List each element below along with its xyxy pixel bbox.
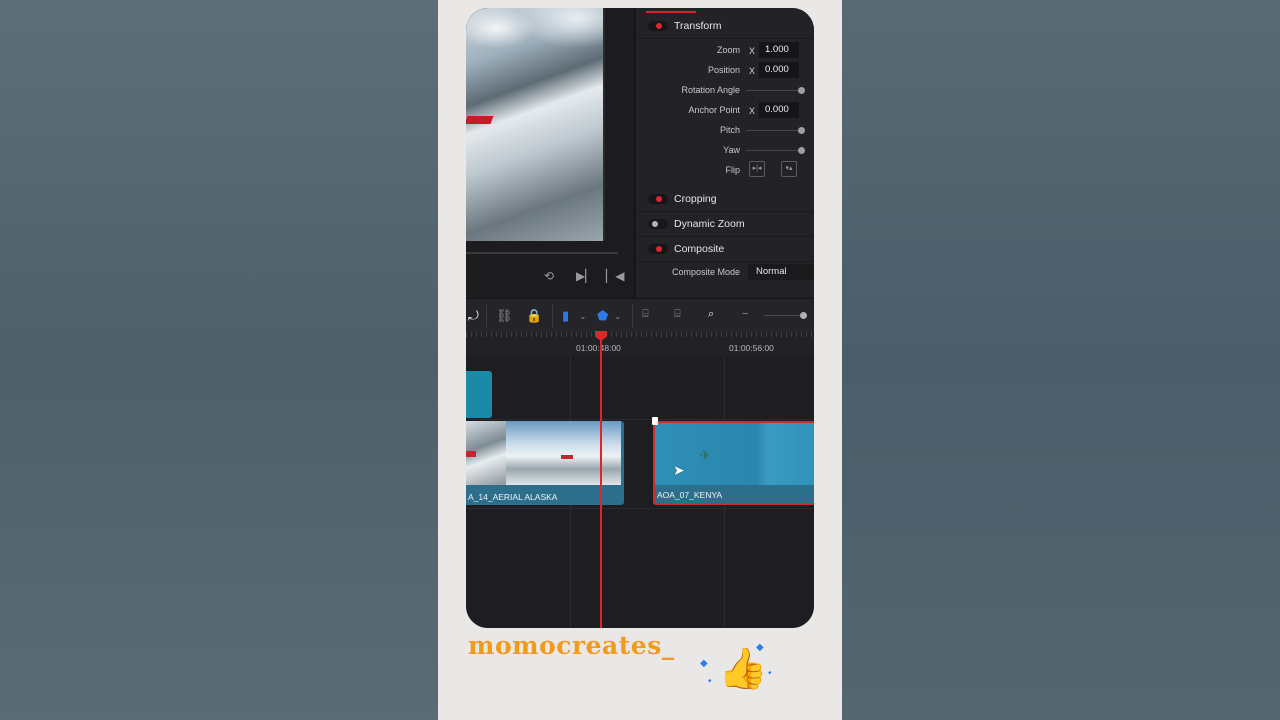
yaw-slider[interactable]	[746, 150, 802, 151]
pitch-slider-knob[interactable]	[798, 127, 805, 134]
rotation-label: Rotation Angle	[681, 85, 740, 95]
sparkle-icon: •	[708, 676, 712, 687]
section-composite-label: Composite	[674, 243, 725, 255]
cropping-toggle[interactable]	[648, 194, 668, 204]
position-axis-label: X	[749, 66, 756, 76]
like-sticker: ◆ • ◆ • 👍	[700, 640, 780, 700]
pitch-slider[interactable]	[746, 130, 802, 131]
flag-icon[interactable]: ▮	[562, 308, 569, 324]
link-icon[interactable]: ⛓	[496, 308, 513, 324]
flip-label: Flip	[725, 165, 740, 175]
composite-mode-label: Composite Mode	[671, 267, 740, 277]
zoom-out-icon[interactable]: −	[742, 308, 748, 320]
timeline-toolbar: ⤾ ⛓ 🔒 ▮ ⌄ ⬟ ⌄ ⌸ ⌸ ⌕ −	[466, 298, 814, 333]
section-composite[interactable]: Composite	[636, 237, 814, 262]
zoom-full-icon[interactable]: ⌸	[642, 308, 649, 321]
timeline-zoom-slider[interactable]	[764, 315, 804, 316]
transform-toggle[interactable]	[648, 21, 668, 31]
playhead-line[interactable]	[600, 338, 602, 628]
inspector-panel: Transform Zoom X 1.000 Position X 0.000 …	[634, 8, 814, 298]
rotation-slider-knob[interactable]	[798, 87, 805, 94]
composite-mode-select[interactable]: Normal	[748, 264, 814, 280]
marker-chevron-down-icon[interactable]: ⌄	[614, 311, 622, 322]
clip-kenya-label: AOA_07_KENYA	[657, 490, 723, 500]
yaw-slider-knob[interactable]	[798, 147, 805, 154]
section-dynamic-zoom-label: Dynamic Zoom	[674, 218, 745, 230]
zoom-label: Zoom	[716, 45, 740, 55]
composite-toggle[interactable]	[648, 244, 668, 254]
toolbar-divider	[552, 305, 553, 327]
anchor-x-field[interactable]: 0.000	[759, 102, 799, 118]
timeline-tracks: A_14_AERIAL ALASKA ✈ AOA_07_KENYA ➤	[466, 356, 814, 628]
creator-handle: momocreates_	[468, 631, 675, 660]
zoom-x-field[interactable]: 1.000	[759, 42, 799, 58]
toolbar-divider	[486, 305, 487, 327]
rotation-row: Rotation Angle	[636, 82, 814, 100]
zoom-detail-icon[interactable]: ⌸	[674, 308, 681, 321]
clip-thumbnail	[506, 421, 621, 485]
pitch-row: Pitch	[636, 122, 814, 140]
composite-mode-row: Composite Mode Normal	[636, 264, 814, 282]
timeline-zoom-slider-knob[interactable]	[800, 312, 807, 319]
right-blurred-background	[842, 0, 1280, 720]
left-blurred-background	[0, 0, 438, 720]
anchor-label: Anchor Point	[688, 105, 740, 115]
resolve-editor-card: ⟲ ▶▏ ▏◀ Transform Zoom X 1.000 Position …	[466, 8, 814, 628]
position-row: Position X 0.000	[636, 62, 814, 80]
timecode-label: 01:00:56:00	[729, 343, 774, 353]
viewer-scrub-bar[interactable]	[466, 252, 618, 254]
flip-horizontal-icon[interactable]: ▸|◂	[749, 161, 765, 177]
position-x-field[interactable]: 0.000	[759, 62, 799, 78]
thumbs-up-icon: 👍	[718, 647, 768, 691]
viewer-divider	[603, 8, 605, 241]
trim-handle[interactable]	[652, 417, 658, 425]
section-cropping[interactable]: Cropping	[636, 187, 814, 212]
track-divider	[466, 508, 814, 509]
zoom-axis-label: X	[749, 46, 756, 56]
go-to-start-icon[interactable]: ▏◀	[606, 269, 624, 283]
yaw-row: Yaw	[636, 142, 814, 160]
dynamic-zoom-toggle[interactable]	[648, 219, 668, 229]
sparkle-icon: •	[768, 668, 772, 679]
toolbar-divider	[632, 305, 633, 327]
section-dynamic-zoom[interactable]: Dynamic Zoom	[636, 212, 814, 237]
sparkle-icon: ◆	[700, 658, 708, 669]
loop-icon[interactable]: ⟲	[544, 269, 554, 283]
section-transform[interactable]: Transform	[636, 14, 814, 39]
position-label: Position	[707, 65, 740, 75]
video-2-clip[interactable]	[466, 371, 492, 418]
timecode-label: 01:00:48:00	[576, 343, 621, 353]
section-transform-label: Transform	[674, 20, 722, 32]
mouse-pointer-icon: ➤	[673, 462, 685, 478]
airplane-icon: ✈	[699, 447, 711, 463]
rotation-slider[interactable]	[746, 90, 802, 91]
section-cropping-label: Cropping	[674, 193, 717, 205]
anchor-row: Anchor Point X 0.000	[636, 102, 814, 120]
flip-row: Flip ▸|◂ ▾▴	[636, 161, 814, 180]
viewer-panel: ⟲ ▶▏ ▏◀	[466, 8, 634, 298]
viewer-video-frame	[466, 8, 603, 241]
marker-icon[interactable]: ⬟	[597, 308, 608, 324]
clip-alaska-label: A_14_AERIAL ALASKA	[468, 492, 558, 502]
timeline-ruler[interactable]: 01:00:48:00 01:00:56:00	[466, 332, 814, 356]
zoom-row: Zoom X 1.000	[636, 42, 814, 60]
clip-thumbnail	[466, 421, 506, 485]
inspector-tab-indicator	[646, 11, 696, 13]
anchor-axis-label: X	[749, 106, 756, 116]
next-frame-icon[interactable]: ▶▏	[576, 269, 594, 283]
lock-icon[interactable]: 🔒	[526, 308, 542, 324]
yaw-label: Yaw	[723, 145, 740, 155]
zoom-custom-icon[interactable]: ⌕	[708, 308, 714, 321]
flip-vertical-icon[interactable]: ▾▴	[781, 161, 797, 177]
flag-chevron-down-icon[interactable]: ⌄	[579, 311, 587, 322]
pitch-label: Pitch	[719, 125, 740, 135]
snapping-icon[interactable]: ⤾	[468, 308, 479, 324]
track-divider	[466, 419, 814, 420]
